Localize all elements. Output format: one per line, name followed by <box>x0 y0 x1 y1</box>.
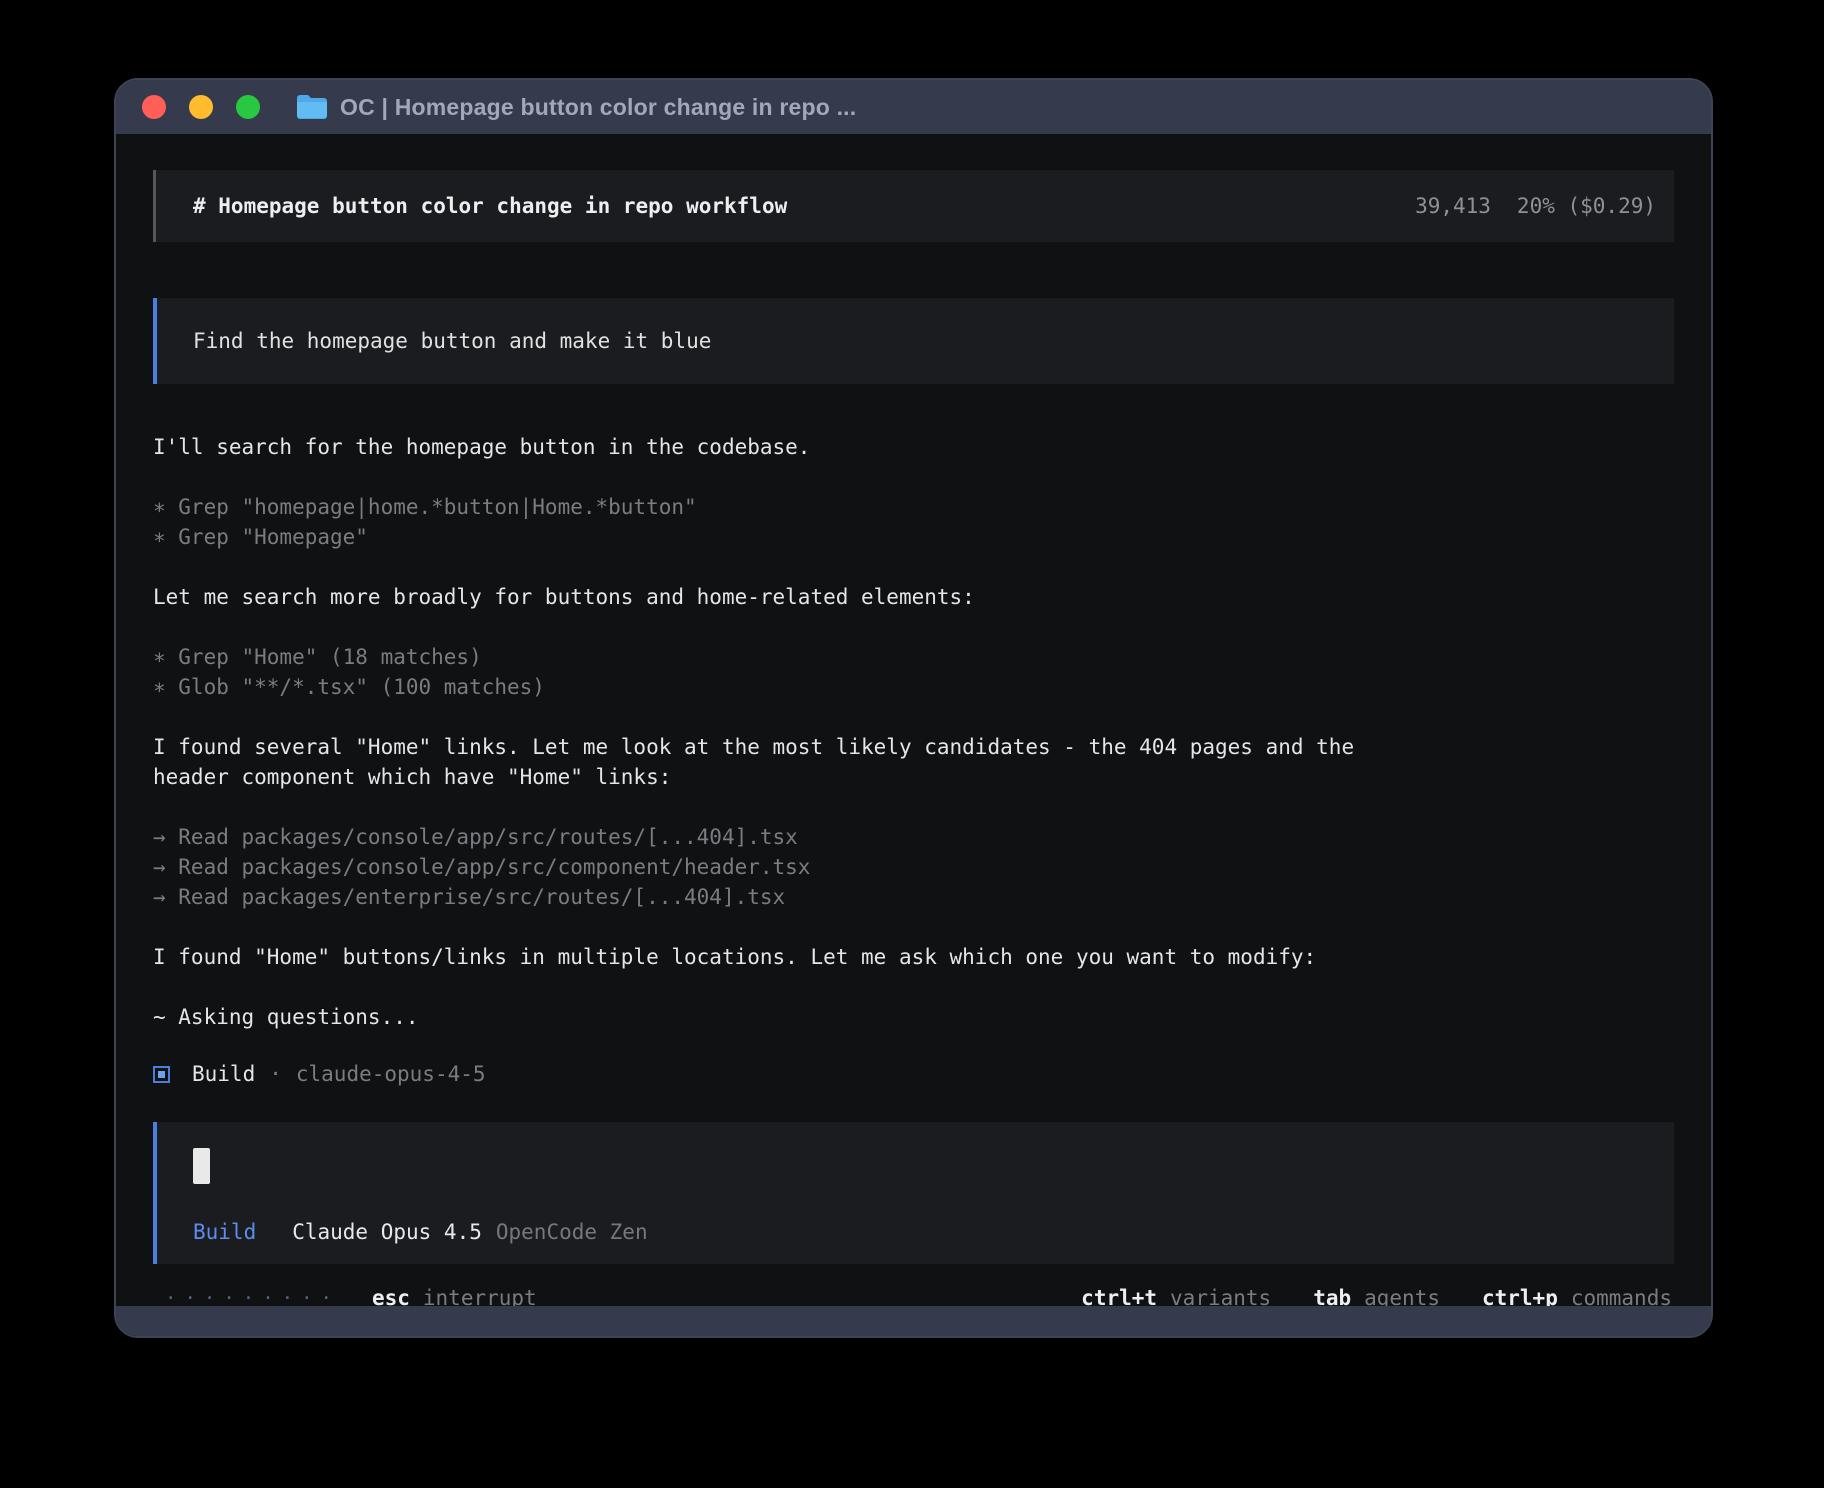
terminal-content: # Homepage button color change in repo w… <box>116 134 1711 1310</box>
input-meta: Build Claude Opus 4.5 OpenCode Zen <box>193 1220 648 1244</box>
tool-call-grep: ∗ Grep "homepage|home.*button|Home.*butt… <box>153 492 1674 522</box>
tool-call-grep: ∗ Grep "Homepage" <box>153 522 1674 552</box>
input-provider-label: OpenCode Zen <box>496 1220 648 1244</box>
assistant-text: I found "Home" buttons/links in multiple… <box>153 942 1674 972</box>
tool-call-read: → Read packages/console/app/src/componen… <box>153 852 1674 882</box>
assistant-text: I found several "Home" links. Let me loo… <box>153 732 1674 792</box>
session-header: # Homepage button color change in repo w… <box>153 170 1674 242</box>
text-cursor <box>193 1148 210 1184</box>
window-bottom-edge <box>116 1306 1711 1336</box>
window-title: OC | Homepage button color change in rep… <box>340 94 856 121</box>
user-message-text: Find the homepage button and make it blu… <box>193 329 711 353</box>
prompt-input[interactable]: Build Claude Opus 4.5 OpenCode Zen <box>153 1122 1674 1264</box>
assistant-text: Let me search more broadly for buttons a… <box>153 582 1674 612</box>
terminal-window: OC | Homepage button color change in rep… <box>114 78 1713 1338</box>
agent-status-line: Build · claude-opus-4-5 <box>153 1062 1674 1086</box>
tool-call-glob: ∗ Glob "**/*.tsx" (100 matches) <box>153 672 1674 702</box>
folder-icon <box>296 94 328 120</box>
tool-call-group: → Read packages/console/app/src/routes/[… <box>153 822 1674 912</box>
close-button[interactable] <box>142 95 166 119</box>
tool-call-group: ∗ Grep "Home" (18 matches) ∗ Glob "**/*.… <box>153 642 1674 702</box>
user-message: Find the homepage button and make it blu… <box>153 298 1674 384</box>
assistant-text: I'll search for the homepage button in t… <box>153 432 1674 462</box>
zoom-button[interactable] <box>236 95 260 119</box>
window-controls <box>142 95 260 119</box>
input-agent-label[interactable]: Build <box>193 1220 256 1244</box>
session-title: # Homepage button color change in repo w… <box>193 194 787 218</box>
minimize-button[interactable] <box>189 95 213 119</box>
tool-call-read: → Read packages/console/app/src/routes/[… <box>153 822 1674 852</box>
agent-separator: · <box>269 1062 282 1086</box>
tool-call-read: → Read packages/enterprise/src/routes/[.… <box>153 882 1674 912</box>
tool-call-grep: ∗ Grep "Home" (18 matches) <box>153 642 1674 672</box>
agent-name: Build <box>192 1062 255 1086</box>
token-count: 39,413 <box>1415 194 1491 218</box>
input-model-label[interactable]: Claude Opus 4.5 <box>292 1220 482 1244</box>
session-stats: 39,413 20% ($0.29) <box>1415 194 1656 218</box>
agent-square-icon <box>153 1066 170 1083</box>
tool-call-group: ∗ Grep "homepage|home.*button|Home.*butt… <box>153 492 1674 552</box>
assistant-transcript: I'll search for the homepage button in t… <box>153 432 1674 1032</box>
agent-model: claude-opus-4-5 <box>296 1062 486 1086</box>
assistant-status-text: ~ Asking questions... <box>153 1002 1674 1032</box>
context-cost: 20% ($0.29) <box>1517 194 1656 218</box>
titlebar: OC | Homepage button color change in rep… <box>116 80 1711 134</box>
